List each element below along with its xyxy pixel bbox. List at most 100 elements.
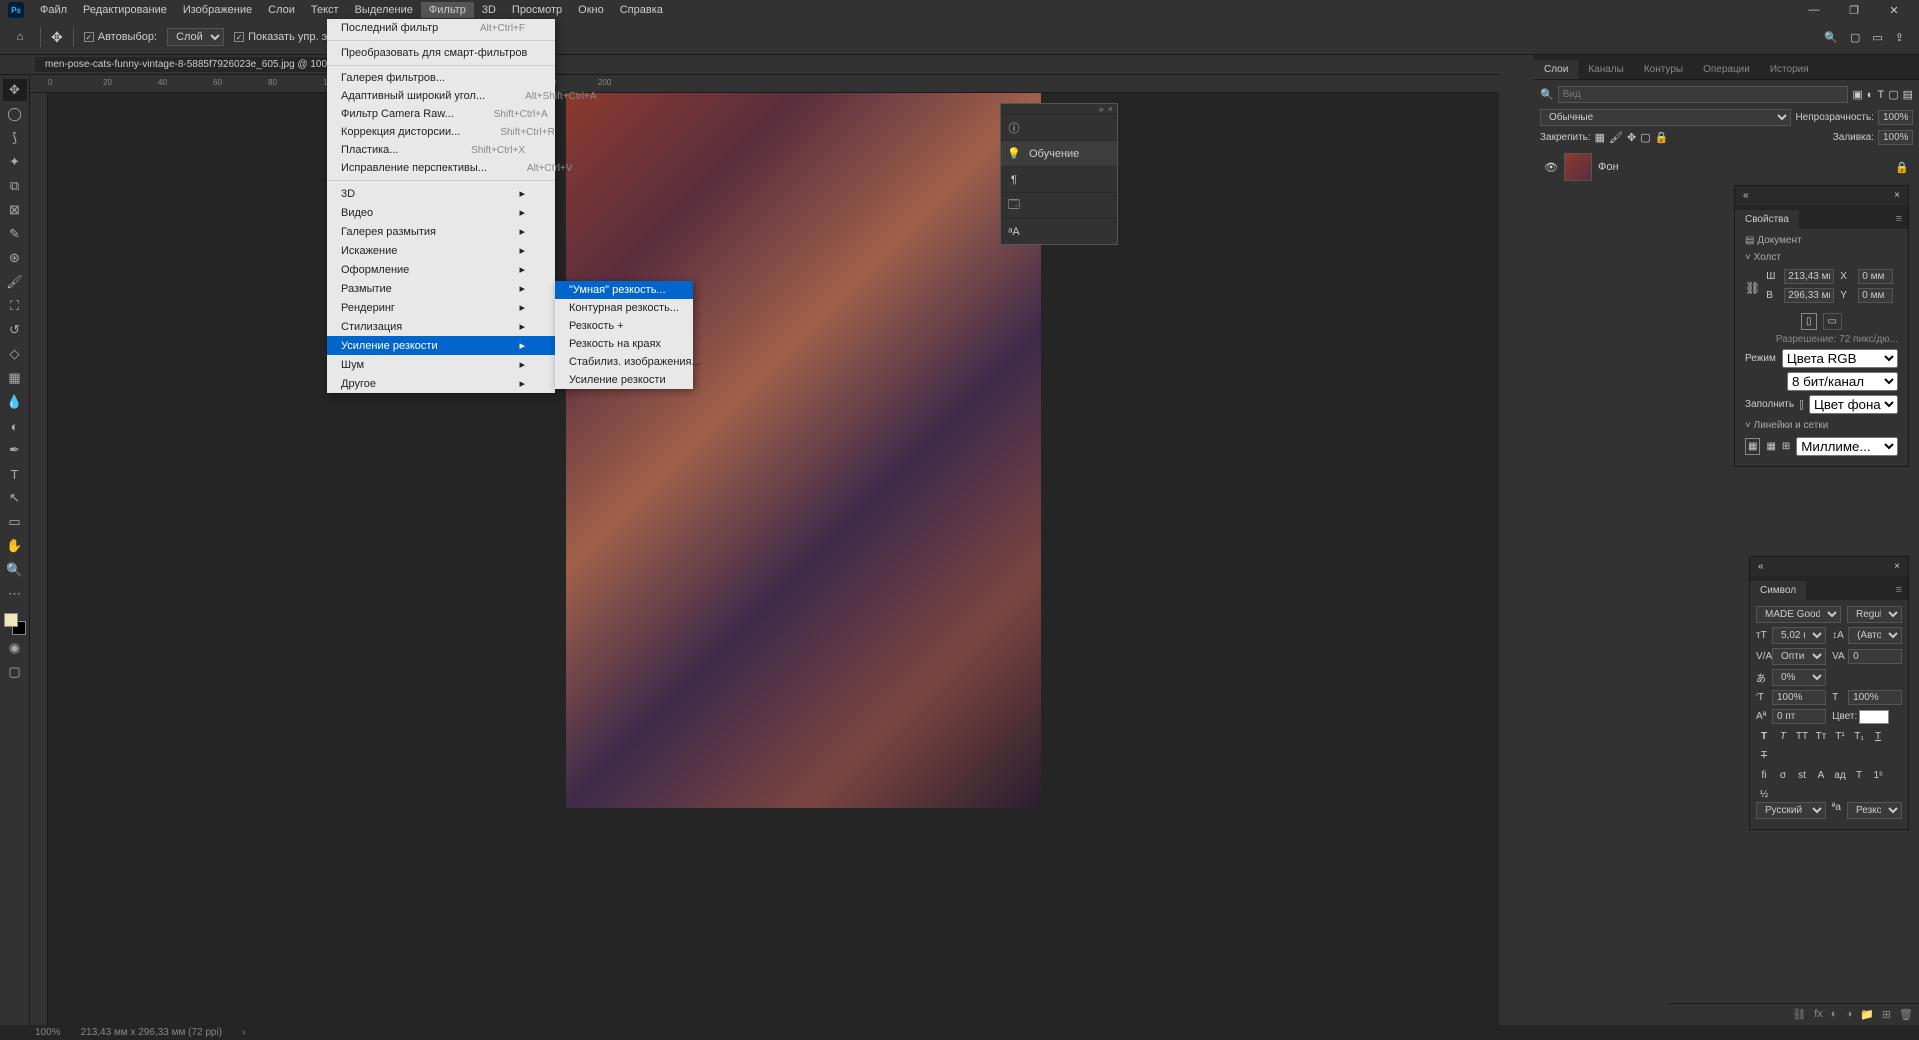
stylistic-button[interactable]: T: [1851, 767, 1867, 783]
ruler-icon[interactable]: ▦: [1745, 438, 1760, 455]
menu-view[interactable]: Просмотр: [504, 2, 570, 18]
filter-camera-raw[interactable]: Фильтр Camera Raw...Shift+Ctrl+A: [327, 105, 555, 123]
menu-3d[interactable]: 3D: [474, 2, 504, 18]
filter-lens-correction[interactable]: Коррекция дисторсии...Shift+Ctrl+R: [327, 123, 555, 141]
italic-button[interactable]: T: [1775, 728, 1791, 744]
filter-gallery[interactable]: Галерея фильтров...: [327, 69, 555, 87]
allcaps-button[interactable]: TT: [1794, 728, 1810, 744]
color-mode-select[interactable]: Цвета RGB: [1782, 349, 1898, 368]
filter-3d[interactable]: 3D▸: [327, 184, 555, 203]
filter-pixelate[interactable]: Оформление▸: [327, 260, 555, 279]
menu-select[interactable]: Выделение: [347, 2, 421, 18]
lock-all-icon[interactable]: 🔒: [1655, 131, 1669, 144]
lock-artboard-icon[interactable]: ▢: [1640, 131, 1650, 144]
brush-tool[interactable]: 🖌: [3, 271, 27, 293]
tab-character[interactable]: Символ: [1750, 581, 1806, 600]
guides-section-toggle[interactable]: ˅ Линейки и сетки: [1745, 420, 1898, 431]
lock-position-icon[interactable]: ✥: [1627, 131, 1636, 144]
leading-input[interactable]: (Авто): [1848, 627, 1902, 644]
alt-button[interactable]: σ: [1775, 767, 1791, 783]
canvas-height-input[interactable]: [1784, 288, 1834, 303]
font-family-select[interactable]: MADE GoodTime ...: [1756, 606, 1841, 623]
filter-shape-icon[interactable]: ▢: [1888, 88, 1898, 101]
filter-last[interactable]: Последний фильтрAlt+Ctrl+F: [327, 19, 555, 37]
hand-tool[interactable]: ✋: [3, 535, 27, 557]
lock-transparency-icon[interactable]: ▦: [1595, 131, 1605, 144]
workspace-icon[interactable]: ▢: [1850, 31, 1860, 44]
marquee-tool[interactable]: ◯: [3, 103, 27, 125]
panel-collapse[interactable]: «: [1758, 561, 1764, 572]
ligature-button[interactable]: fi: [1756, 767, 1772, 783]
lasso-tool[interactable]: ⟆: [3, 127, 27, 149]
fraction-button[interactable]: ½: [1756, 786, 1772, 802]
oldstyle-button[interactable]: 1ˢ: [1870, 767, 1886, 783]
panel-menu-icon[interactable]: ≡: [1890, 580, 1908, 600]
info-arrow[interactable]: ›: [242, 1027, 245, 1038]
maximize-button[interactable]: ❐: [1839, 4, 1869, 17]
menu-help[interactable]: Справка: [612, 2, 671, 18]
home-icon[interactable]: ⌂: [10, 27, 30, 47]
share-icon[interactable]: ⇪: [1895, 31, 1904, 44]
quickmask-tool[interactable]: ◉: [3, 637, 27, 659]
tutorial-char[interactable]: ᵃA: [1001, 218, 1117, 244]
filter-vanishing-point[interactable]: Исправление перспективы...Alt+Ctrl+V: [327, 159, 555, 177]
adjustment-layer-icon[interactable]: ◑: [1845, 1008, 1852, 1021]
path-tool[interactable]: ↖: [3, 487, 27, 509]
font-size-input[interactable]: 5,02 пт: [1772, 627, 1826, 644]
bit-depth-select[interactable]: 8 бит/канал: [1787, 372, 1898, 391]
arrange-icon[interactable]: ▭: [1872, 31, 1882, 44]
lock-pixels-icon[interactable]: 🖌: [1609, 131, 1623, 144]
filter-video[interactable]: Видео▸: [327, 203, 555, 222]
menu-edit[interactable]: Редактирование: [75, 2, 175, 18]
zoom-tool[interactable]: 🔍: [3, 559, 27, 581]
pen-tool[interactable]: ✒: [3, 439, 27, 461]
strike-button[interactable]: T: [1756, 747, 1772, 763]
tab-paths[interactable]: Контуры: [1634, 60, 1693, 79]
link-wh-icon[interactable]: ⛓: [1745, 281, 1760, 295]
tab-layers[interactable]: Слои: [1534, 60, 1578, 79]
layer-fx-icon[interactable]: fx: [1814, 1008, 1823, 1021]
tab-history[interactable]: История: [1760, 60, 1819, 79]
vert-scale-input[interactable]: [1772, 690, 1826, 705]
bold-button[interactable]: T: [1756, 728, 1772, 744]
language-select[interactable]: Русский: [1756, 802, 1826, 819]
tutorial-learn[interactable]: 💡Обучение: [1001, 140, 1117, 166]
eyedropper-tool[interactable]: ✎: [3, 223, 27, 245]
collapse-icon[interactable]: »: [1099, 104, 1104, 114]
sharpen-shake-reduction[interactable]: Стабилиз. изображения...: [555, 353, 693, 371]
sharpen-edges[interactable]: Резкость на краях: [555, 335, 693, 353]
move-tool[interactable]: ✥: [3, 79, 27, 101]
menu-filter[interactable]: Фильтр: [421, 2, 474, 18]
auto-select-target[interactable]: Слой: [167, 28, 224, 46]
visibility-icon[interactable]: 👁: [1544, 161, 1558, 174]
delete-layer-icon[interactable]: 🗑: [1899, 1008, 1913, 1021]
color-swatches[interactable]: [4, 613, 26, 635]
filter-distort[interactable]: Искажение▸: [327, 241, 555, 260]
shape-tool[interactable]: ▭: [3, 511, 27, 533]
filter-pixel-icon[interactable]: ▣: [1852, 88, 1862, 101]
dodge-tool[interactable]: ◐: [3, 415, 27, 437]
tracking-input[interactable]: [1848, 649, 1902, 664]
grid-icon[interactable]: ▦: [1766, 441, 1775, 452]
menu-file[interactable]: Файл: [32, 2, 75, 18]
wand-tool[interactable]: ✦: [3, 151, 27, 173]
menu-window[interactable]: Окно: [570, 2, 612, 18]
layer-row[interactable]: 👁 Фон 🔒: [1540, 149, 1913, 185]
kerning-select[interactable]: Оптически ...: [1772, 648, 1826, 665]
sharpen-more[interactable]: Резкость +: [555, 317, 693, 335]
filter-wide-angle[interactable]: Адаптивный широкий угол...Alt+Shift+Ctrl…: [327, 87, 555, 105]
ordinal-button[interactable]: A: [1813, 767, 1829, 783]
filter-render[interactable]: Рендеринг▸: [327, 298, 555, 317]
foreground-color[interactable]: [4, 613, 18, 627]
fill-input[interactable]: [1878, 130, 1913, 145]
new-layer-icon[interactable]: ⊞: [1882, 1008, 1891, 1021]
crop-tool[interactable]: ⧉: [3, 175, 27, 197]
smallcaps-button[interactable]: Tт: [1813, 728, 1829, 744]
filter-convert-smart[interactable]: Преобразовать для смарт-фильтров: [327, 44, 555, 62]
auto-select-checkbox[interactable]: Автовыбор:: [84, 31, 157, 43]
baseline-input[interactable]: [1772, 709, 1826, 724]
type-tool[interactable]: T: [3, 463, 27, 485]
close-icon[interactable]: ×: [1108, 104, 1113, 114]
close-button[interactable]: ✕: [1879, 4, 1909, 17]
ruler-units-select[interactable]: Миллиме...: [1796, 437, 1898, 456]
